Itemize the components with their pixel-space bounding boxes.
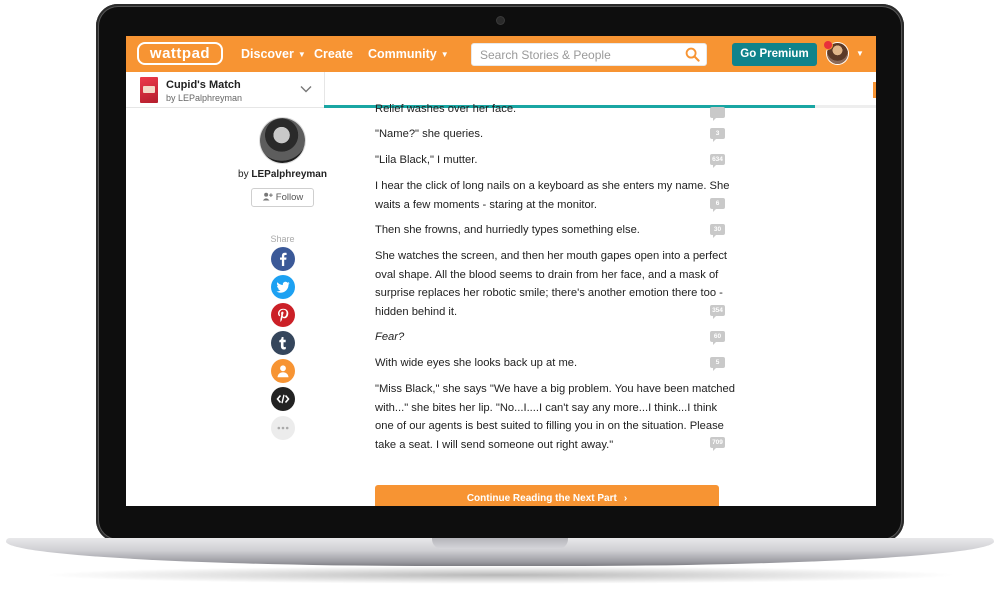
twitter-icon <box>276 281 290 293</box>
nav-community[interactable]: Community ▼ <box>368 46 449 64</box>
side-tab[interactable] <box>873 82 876 98</box>
author-name[interactable]: LEPalphreyman <box>251 169 327 180</box>
follow-label: Follow <box>275 192 304 203</box>
top-navbar: wattpad Discover▼ Create Community▼ Go P… <box>126 36 876 72</box>
paragraph-line: oval shape. All the blood seems to drain… <box>375 268 719 281</box>
comment-badge[interactable]: 5 <box>710 357 725 371</box>
comment-badge[interactable]: 3 <box>710 128 725 142</box>
paragraph-line: Then she frowns, and hurriedly types som… <box>375 224 640 236</box>
comment-badge[interactable]: 709 <box>710 437 725 451</box>
nav-discover-label: Discover <box>241 47 294 61</box>
wattpad-logo[interactable]: wattpad <box>137 42 223 65</box>
pinterest-share-button[interactable] <box>271 303 295 327</box>
user-icon <box>277 365 289 378</box>
paragraph: "Miss Black," she says "We have a big pr… <box>375 380 735 454</box>
nav-community-label: Community <box>368 47 437 61</box>
paragraph: "Lila Black," I mutter. <box>375 151 705 170</box>
paragraph-line: hidden behind it. <box>375 305 458 318</box>
embed-icon <box>276 394 290 404</box>
author-avatar[interactable] <box>260 118 305 163</box>
paragraph: With wide eyes she looks back up at me. <box>375 354 705 373</box>
chevron-down-icon: ▼ <box>440 50 449 59</box>
notification-dot <box>824 41 832 49</box>
paragraph: Then she frowns, and hurriedly types som… <box>375 221 705 240</box>
tumblr-share-button[interactable] <box>271 331 295 355</box>
paragraph-line: "Name?" she queries. <box>375 128 484 140</box>
author-byline: by LEPalphreyman <box>226 169 339 180</box>
more-share-button[interactable] <box>271 416 295 440</box>
chevron-right-icon: › <box>623 493 628 504</box>
paragraph-line: with..." she bites her lip. "No...I....I… <box>375 401 718 414</box>
comment-badge[interactable]: 30 <box>710 224 725 238</box>
tumblr-icon <box>279 337 286 350</box>
chevron-down-icon: ▼ <box>297 50 306 59</box>
screen: wattpad Discover▼ Create Community▼ Go P… <box>126 36 876 506</box>
paragraph-line: "Lila Black," I mutter. <box>375 154 478 166</box>
divider <box>324 72 325 108</box>
comment-badge[interactable] <box>710 107 725 121</box>
share-label: Share <box>270 234 295 244</box>
comment-badge[interactable]: 354 <box>710 305 725 319</box>
nav-discover[interactable]: Discover ▼ <box>241 46 306 64</box>
follow-button[interactable]: Follow <box>251 188 314 207</box>
nav-create-label: Create <box>314 47 353 61</box>
comment-badge[interactable]: 634 <box>710 154 725 168</box>
chevron-down-icon[interactable]: ▼ <box>856 49 864 58</box>
byline-prefix: by <box>238 169 249 180</box>
paragraph-line: one of our agents is best suited to fill… <box>375 420 724 433</box>
go-premium-button[interactable]: Go Premium <box>732 43 817 66</box>
continue-reading-label: Continue Reading the Next Part <box>466 493 617 504</box>
facebook-icon <box>280 252 287 266</box>
continue-reading-button[interactable]: Continue Reading the Next Part › <box>375 485 719 506</box>
profile-share-button[interactable] <box>271 359 295 383</box>
paragraph-line: With wide eyes she looks back up at me. <box>375 357 578 369</box>
paragraph: Fear? <box>375 328 705 347</box>
paragraph: She watches the screen, and then her mou… <box>375 247 728 321</box>
more-icon <box>277 426 289 430</box>
search-box <box>471 43 707 66</box>
paragraph-line: take a seat. I will send someone out rig… <box>375 438 614 451</box>
paragraph-line: Fear? <box>375 331 405 343</box>
twitter-share-button[interactable] <box>271 275 295 299</box>
paragraph-line: She watches the screen, and then her mou… <box>375 250 728 262</box>
laptop-shadow <box>40 566 960 584</box>
paragraph: I hear the click of long nails on a keyb… <box>375 177 730 214</box>
comment-badge[interactable]: 6 <box>710 198 725 212</box>
chevron-down-icon[interactable] <box>300 85 312 93</box>
nav-create[interactable]: Create <box>314 46 353 62</box>
facebook-share-button[interactable] <box>271 247 295 271</box>
paragraph-line: "Miss Black," she says "We have a big pr… <box>375 383 735 395</box>
search-input[interactable] <box>472 44 677 65</box>
add-user-icon <box>262 192 273 201</box>
story-author: by LEPalphreyman <box>166 93 243 103</box>
paragraph: "Name?" she queries. <box>375 125 705 144</box>
webcam <box>497 17 504 24</box>
story-title[interactable]: Cupid's Match <box>166 79 241 92</box>
paragraph-line: surprise replaces her robotic smile; the… <box>375 287 723 300</box>
search-icon[interactable] <box>685 47 700 62</box>
partial-paragraph: Relief washes over her face. <box>375 103 517 115</box>
story-cover-thumbnail[interactable] <box>140 77 158 103</box>
paragraph-line: I hear the click of long nails on a keyb… <box>375 180 730 192</box>
paragraph-line: waits a few moments - staring at the mon… <box>375 198 597 211</box>
comment-badge[interactable]: 60 <box>710 331 725 345</box>
pinterest-icon <box>278 308 289 322</box>
laptop-notch <box>432 538 568 549</box>
embed-share-button[interactable] <box>271 387 295 411</box>
